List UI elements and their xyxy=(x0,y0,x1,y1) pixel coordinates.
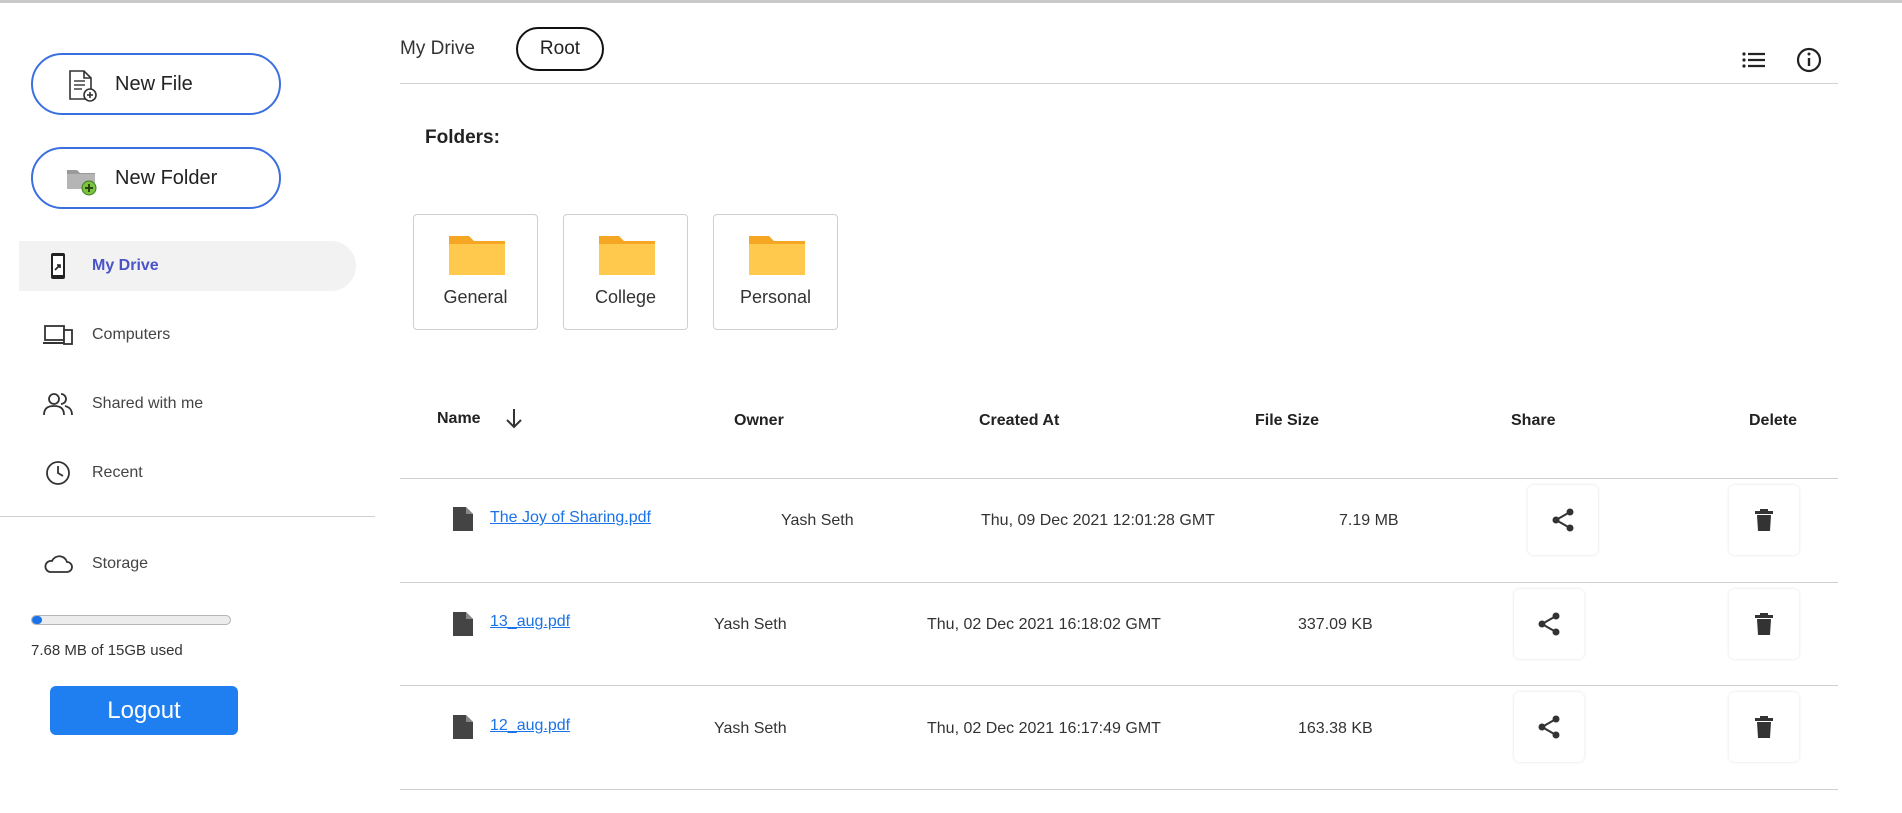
new-folder-label: New Folder xyxy=(115,167,218,189)
sidebar-item-shared-with-me[interactable]: Shared with me xyxy=(19,379,356,429)
folder-card-personal[interactable]: Personal xyxy=(713,214,838,330)
trash-icon xyxy=(1755,509,1773,531)
delete-button[interactable] xyxy=(1729,485,1799,555)
header-divider xyxy=(400,83,1838,84)
new-folder-button[interactable]: New Folder xyxy=(31,147,281,209)
file-icon xyxy=(453,507,473,531)
new-file-icon xyxy=(69,70,97,102)
computers-icon xyxy=(43,325,73,345)
sidebar-item-computers[interactable]: Computers xyxy=(19,310,356,360)
breadcrumb-root[interactable]: Root xyxy=(516,27,604,71)
file-name-link[interactable]: 13_aug.pdf xyxy=(490,613,570,631)
file-owner: Yash Seth xyxy=(714,616,787,633)
folder-icon xyxy=(449,236,505,275)
folder-name: General xyxy=(443,287,508,307)
trash-icon xyxy=(1755,716,1773,738)
storage-usage-text: 7.68 MB of 15GB used xyxy=(31,642,183,659)
new-file-label: New File xyxy=(115,73,193,95)
table-divider xyxy=(400,789,1838,790)
storage-progress-bar xyxy=(31,615,231,625)
folder-icon xyxy=(749,236,805,275)
sidebar-item-storage: Storage xyxy=(19,539,356,589)
folder-name: Personal xyxy=(739,287,812,307)
delete-button[interactable] xyxy=(1729,692,1799,762)
folder-card-general[interactable]: General xyxy=(413,214,538,330)
file-created-at: Thu, 09 Dec 2021 12:01:28 GMT xyxy=(981,512,1215,529)
folder-name: College xyxy=(594,287,657,307)
column-header-share: Share xyxy=(1511,412,1556,429)
file-size: 163.38 KB xyxy=(1298,720,1373,737)
trash-icon xyxy=(1755,613,1773,635)
file-created-at: Thu, 02 Dec 2021 16:17:49 GMT xyxy=(927,720,1161,737)
sidebar-item-label: Shared with me xyxy=(92,395,204,412)
file-name-link[interactable]: The Joy of Sharing.pdf xyxy=(490,509,651,527)
share-button[interactable] xyxy=(1514,589,1584,659)
file-size: 337.09 KB xyxy=(1298,616,1373,633)
phone-drive-icon xyxy=(51,253,65,279)
table-divider xyxy=(400,582,1838,583)
file-owner: Yash Seth xyxy=(714,720,787,737)
table-divider xyxy=(400,478,1838,479)
people-icon xyxy=(43,393,73,416)
sidebar-item-label: Recent xyxy=(92,464,143,481)
share-button[interactable] xyxy=(1528,485,1598,555)
sidebar-item-label: Storage xyxy=(92,555,149,572)
sidebar-item-my-drive[interactable]: My Drive xyxy=(19,241,356,291)
sidebar-item-label: My Drive xyxy=(92,257,159,274)
file-name-link[interactable]: 12_aug.pdf xyxy=(490,717,570,735)
sidebar-divider xyxy=(0,516,375,517)
file-created-at: Thu, 02 Dec 2021 16:18:02 GMT xyxy=(927,616,1161,633)
column-header-name[interactable]: Name xyxy=(437,410,481,428)
sidebar-item-recent[interactable]: Recent xyxy=(19,448,356,498)
column-header-delete: Delete xyxy=(1749,412,1798,429)
delete-button[interactable] xyxy=(1729,589,1799,659)
folders-heading: Folders: xyxy=(425,127,500,148)
sidebar-item-label: Computers xyxy=(92,326,171,343)
list-view-icon[interactable] xyxy=(1740,46,1768,74)
folder-card-college[interactable]: College xyxy=(563,214,688,330)
share-icon xyxy=(1552,508,1574,532)
arrow-down-sort-icon[interactable] xyxy=(502,405,526,433)
cloud-icon xyxy=(44,555,73,573)
new-folder-icon xyxy=(67,170,97,196)
column-header-file-size: File Size xyxy=(1255,412,1320,429)
info-icon[interactable] xyxy=(1795,46,1823,74)
share-icon xyxy=(1538,612,1560,636)
file-owner: Yash Seth xyxy=(781,512,854,529)
breadcrumb-my-drive[interactable]: My Drive xyxy=(400,38,475,60)
column-header-created-at: Created At xyxy=(979,412,1060,429)
file-icon xyxy=(453,612,473,636)
table-divider xyxy=(400,685,1838,686)
share-button[interactable] xyxy=(1514,692,1584,762)
clock-icon xyxy=(46,461,70,485)
folder-icon xyxy=(599,236,655,275)
logout-button[interactable]: Logout xyxy=(50,686,238,735)
file-icon xyxy=(453,715,473,739)
column-header-owner: Owner xyxy=(734,412,784,429)
file-size: 7.19 MB xyxy=(1339,512,1399,529)
storage-progress-fill xyxy=(32,616,42,624)
new-file-button[interactable]: New File xyxy=(31,53,281,115)
sidebar: New File New Folder My Drive Computers S… xyxy=(0,0,375,813)
share-icon xyxy=(1538,715,1560,739)
